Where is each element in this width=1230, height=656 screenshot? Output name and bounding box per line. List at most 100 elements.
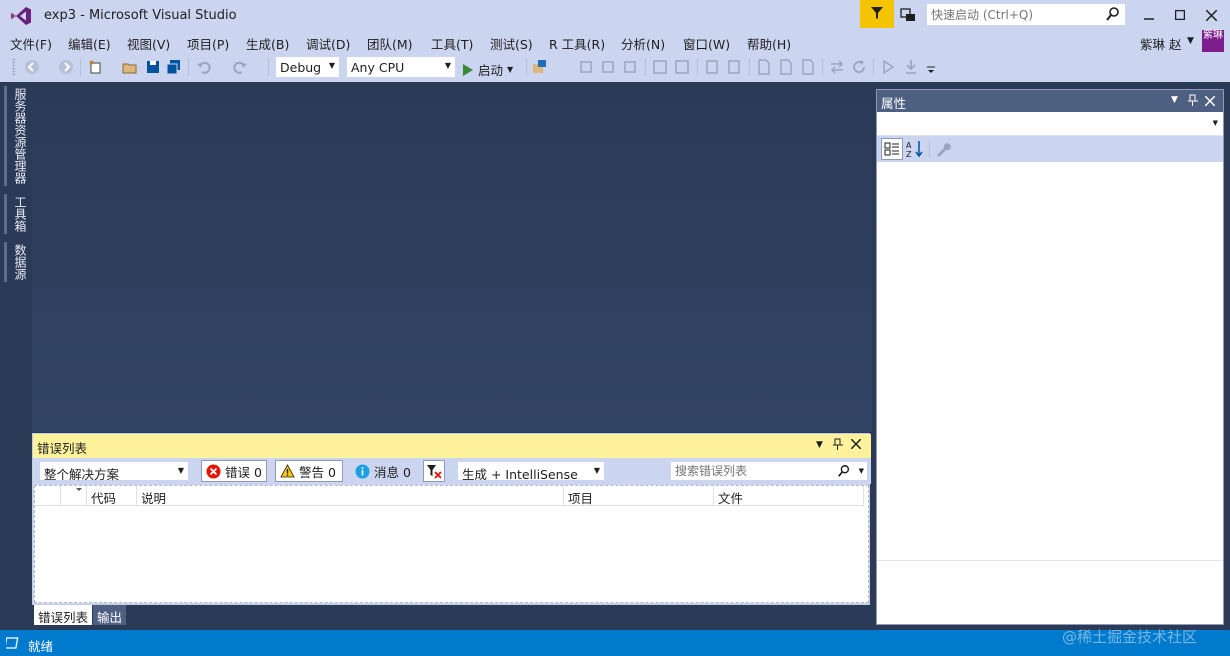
- menu-team[interactable]: 团队(M): [367, 34, 413, 53]
- minimize-button[interactable]: [1134, 2, 1164, 28]
- properties-header[interactable]: 属性 ▼: [877, 90, 1223, 112]
- chevron-down-icon[interactable]: ▼: [859, 467, 864, 475]
- tab-server-explorer[interactable]: 服务器资源管理器: [10, 88, 27, 184]
- tab-toolbox[interactable]: 工具箱: [10, 196, 27, 232]
- menu-view[interactable]: 视图(V): [127, 34, 170, 53]
- step-over-icon[interactable]: [600, 59, 616, 75]
- column-header-icon[interactable]: [61, 486, 87, 506]
- column-header-description[interactable]: 说明: [137, 486, 564, 506]
- messages-count-label: 消息 0: [374, 464, 411, 480]
- window-title: exp3 - Microsoft Visual Studio: [44, 8, 237, 23]
- column-header-project[interactable]: 项目: [564, 486, 714, 506]
- tab-data-sources[interactable]: 数据源: [10, 244, 27, 280]
- menu-project[interactable]: 项目(P): [187, 34, 229, 53]
- scope-value: 整个解决方案: [44, 467, 120, 482]
- comment-icon[interactable]: [652, 59, 668, 75]
- user-name[interactable]: 紫琳 赵: [1140, 34, 1181, 53]
- window-position-chevron-icon[interactable]: ▼: [1171, 95, 1178, 105]
- menu-test[interactable]: 测试(S): [490, 34, 533, 53]
- new-project-icon[interactable]: [88, 59, 104, 75]
- notifications-button[interactable]: [860, 0, 894, 28]
- search-icon[interactable]: [837, 464, 851, 481]
- menu-debug[interactable]: 调试(D): [306, 34, 350, 53]
- quick-launch-input[interactable]: [927, 4, 1099, 25]
- chevron-down-icon: ▼: [328, 61, 335, 70]
- toolbar-separator: [645, 58, 646, 76]
- tab-indicator: [4, 242, 7, 282]
- solution-configuration-select[interactable]: Debug ▼: [275, 56, 340, 78]
- scope-select[interactable]: 整个解决方案 ▼: [39, 461, 189, 482]
- menu-r-tools[interactable]: R 工具(R): [549, 34, 605, 53]
- error-search-input[interactable]: [671, 462, 831, 480]
- close-window-button[interactable]: [1196, 2, 1226, 28]
- search-icon[interactable]: [1105, 6, 1121, 25]
- save-all-icon[interactable]: [166, 59, 182, 75]
- tab-indicator: [4, 194, 7, 234]
- redo-icon[interactable]: [232, 59, 248, 75]
- filter-error-icon: [427, 465, 442, 479]
- close-icon[interactable]: [1204, 95, 1216, 109]
- property-pages-wrench-icon[interactable]: [935, 141, 951, 160]
- quick-launch-box[interactable]: [926, 3, 1126, 26]
- bookmark-next-icon[interactable]: [726, 59, 742, 75]
- editor-area[interactable]: [32, 82, 872, 432]
- tab-output[interactable]: 输出: [93, 605, 127, 625]
- menu-edit[interactable]: 编辑(E): [68, 34, 111, 53]
- chevron-down-icon: ▼: [593, 466, 600, 475]
- pin-icon[interactable]: [833, 438, 843, 453]
- bookmark-icon[interactable]: [704, 59, 720, 75]
- menu-window[interactable]: 窗口(W): [683, 34, 730, 53]
- menu-build[interactable]: 生成(B): [246, 34, 289, 53]
- column-header-checkbox[interactable]: [35, 486, 61, 506]
- document-icon[interactable]: [756, 59, 772, 75]
- maximize-button[interactable]: [1165, 2, 1195, 28]
- start-label: 启动: [478, 63, 504, 78]
- categorized-view-icon[interactable]: [881, 138, 903, 160]
- chevron-down-icon[interactable]: ▼: [1187, 36, 1194, 46]
- document-icon[interactable]: [778, 59, 794, 75]
- swap-icon[interactable]: [829, 59, 845, 75]
- feedback-icon[interactable]: [898, 5, 918, 25]
- download-icon[interactable]: [903, 59, 919, 75]
- avatar[interactable]: 紫琳: [1202, 30, 1224, 52]
- refresh-icon[interactable]: [851, 59, 867, 75]
- save-icon[interactable]: [145, 59, 161, 75]
- start-debugging-button[interactable]: 启动 ▼: [462, 60, 513, 79]
- filter-toggle-button[interactable]: [423, 460, 445, 482]
- tab-error-list[interactable]: 错误列表: [34, 605, 93, 625]
- pin-icon[interactable]: [1188, 94, 1198, 109]
- toolbar-grip[interactable]: [12, 58, 16, 76]
- alphabetical-sort-icon[interactable]: AZ: [906, 140, 924, 161]
- column-header-file[interactable]: 文件: [714, 486, 864, 506]
- forward-arrow-icon[interactable]: [58, 59, 74, 75]
- warnings-count-label: 警告 0: [299, 464, 336, 480]
- configuration-value: Debug: [280, 60, 322, 75]
- error-search-box[interactable]: ▼: [670, 461, 868, 481]
- open-file-icon[interactable]: [122, 59, 138, 75]
- build-source-select[interactable]: 生成 + IntelliSense ▼: [457, 461, 605, 482]
- step-into-icon[interactable]: [578, 59, 594, 75]
- menu-file[interactable]: 文件(F): [10, 34, 52, 53]
- step-out-icon[interactable]: [622, 59, 638, 75]
- find-in-files-icon[interactable]: [532, 59, 548, 75]
- close-icon[interactable]: [850, 438, 862, 452]
- back-arrow-icon[interactable]: [24, 59, 40, 75]
- error-list-header[interactable]: 错误列表 ▼: [33, 434, 871, 458]
- object-select[interactable]: ▼: [877, 112, 1223, 136]
- warnings-filter-button[interactable]: 警告 0: [275, 460, 343, 482]
- menu-tools[interactable]: 工具(T): [431, 34, 473, 53]
- menu-help[interactable]: 帮助(H): [747, 34, 791, 53]
- messages-filter-button[interactable]: 消息 0: [351, 460, 415, 482]
- document-icon[interactable]: [800, 59, 816, 75]
- menu-analyze[interactable]: 分析(N): [621, 34, 665, 53]
- uncomment-icon[interactable]: [674, 59, 690, 75]
- window-position-chevron-icon[interactable]: ▼: [816, 440, 823, 450]
- toolbar-separator: [80, 58, 81, 76]
- undo-icon[interactable]: [196, 59, 212, 75]
- toolbar-options-chevron-icon[interactable]: [923, 62, 939, 78]
- errors-filter-button[interactable]: 错误 0: [201, 460, 267, 482]
- error-circle-icon: [206, 464, 221, 478]
- solution-platform-select[interactable]: Any CPU ▼: [346, 56, 456, 78]
- run-icon[interactable]: [880, 59, 896, 75]
- column-header-code[interactable]: 代码: [87, 486, 137, 506]
